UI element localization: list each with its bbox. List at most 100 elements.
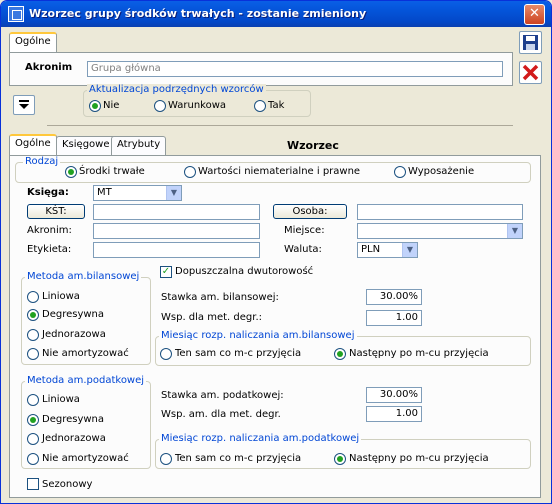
stawka-bil-label: Stawka am. bilansowej: xyxy=(161,292,279,303)
wsp-bil-label: Wsp. dla met. degr.: xyxy=(161,312,262,323)
metoda-pod-nie-label: Nie amortyzować xyxy=(42,453,129,464)
rodzaj-title: Rodzaj xyxy=(23,156,61,167)
stawka-bil-spinner[interactable]: ▲▼ xyxy=(421,289,422,305)
rodzaj-wyposazenie-label: Wyposażenie xyxy=(408,166,475,177)
metoda-pod-liniowa-radio[interactable] xyxy=(27,394,39,406)
metoda-pod-jednorazowa-radio[interactable] xyxy=(27,433,39,445)
metoda-bil-jednorazowa-radio[interactable] xyxy=(27,329,39,341)
arrow-down-icon xyxy=(19,100,29,109)
ksiega-value: MT xyxy=(97,187,112,198)
metoda-bil-degresywna-label: Degresywna xyxy=(42,309,105,320)
metoda-bil-liniowa-radio[interactable] xyxy=(27,291,39,303)
osoba-button[interactable]: Osoba: xyxy=(273,204,347,219)
wzorzec-label: Wzorzec xyxy=(287,139,339,152)
kst-button[interactable]: KŚT: xyxy=(27,204,85,219)
waluta-label: Waluta: xyxy=(284,244,322,255)
chevron-down-icon: ▼ xyxy=(507,224,522,238)
chevron-down-icon: ▼ xyxy=(166,186,181,200)
miejsce-label: Miejsce: xyxy=(284,225,325,236)
save-button[interactable] xyxy=(519,31,542,54)
ksiega-select[interactable]: MT ▼ xyxy=(93,185,182,201)
tab-ogolne[interactable]: Ogólne xyxy=(9,134,57,155)
kst-input[interactable] xyxy=(93,204,260,220)
wsp-bil-input[interactable]: 1.00 ▲▼ xyxy=(366,310,422,326)
title-bar: Wzorzec grupy środków trwałych - zostani… xyxy=(1,1,551,27)
sezonowy-label: Sezonowy xyxy=(42,479,93,490)
rodzaj-wyposazenie-radio[interactable] xyxy=(394,166,406,178)
metoda-bil-liniowa-label: Liniowa xyxy=(42,291,80,302)
miesiac-pod-nastepny-label: Następny po m-cu przyjęcia xyxy=(349,453,489,464)
akronim-label: Akronim xyxy=(25,62,73,73)
miesiac-bil-nastepny-label: Następny po m-cu przyjęcia xyxy=(349,348,489,359)
expand-button[interactable] xyxy=(13,95,35,115)
aktualizacja-nie-radio[interactable] xyxy=(89,100,101,112)
metoda-bil-nie-label: Nie amortyzować xyxy=(42,348,129,359)
akronim2-input[interactable] xyxy=(93,223,260,239)
app-icon xyxy=(8,6,24,22)
aktualizacja-tak-label: Tak xyxy=(268,100,285,111)
wsp-pod-value: 1.00 xyxy=(395,408,418,419)
rodzaj-wnip-radio[interactable] xyxy=(184,166,196,178)
miesiac-bil-ten-label: Ten sam co m-c przyjęcia xyxy=(175,348,302,359)
sezonowy-checkbox[interactable] xyxy=(27,478,39,490)
etykieta-label: Etykieta: xyxy=(27,244,72,255)
chevron-down-icon: ▼ xyxy=(402,243,417,257)
cancel-icon xyxy=(522,64,539,81)
tab-atrybuty[interactable]: Atrybuty xyxy=(111,136,167,155)
tab-top-ogolne-label: Ogólne xyxy=(15,36,51,47)
cancel-button[interactable] xyxy=(519,61,542,84)
metoda-pod-jednorazowa-label: Jednorazowa xyxy=(42,433,106,444)
aktualizacja-warunkowa-label: Warunkowa xyxy=(168,100,227,111)
rodzaj-srodki-label: Środki trwałe xyxy=(79,166,145,177)
separator xyxy=(47,125,513,126)
stawka-pod-value: 30.00% xyxy=(379,389,418,400)
wsp-bil-value: 1.00 xyxy=(395,312,418,323)
ksiega-label: Księga: xyxy=(27,187,69,198)
wsp-bil-spinner[interactable]: ▲▼ xyxy=(421,310,422,326)
wsp-pod-input[interactable]: 1.00 ▲▼ xyxy=(366,406,422,422)
tab-ksiegowe[interactable]: Księgowe xyxy=(56,136,116,155)
aktualizacja-warunkowa-radio[interactable] xyxy=(154,100,166,112)
miesiac-bil-nastepny-radio[interactable] xyxy=(334,348,346,360)
miesiac-bil-title: Miesiąc rozp. naliczania am.bilansowej xyxy=(159,330,357,341)
osoba-input[interactable] xyxy=(357,204,523,220)
metoda-pod-degresywna-label: Degresywna xyxy=(42,414,105,425)
stawka-pod-label: Stawka am. podatkowej: xyxy=(161,390,284,401)
miesiac-pod-ten-radio[interactable] xyxy=(160,453,172,465)
save-icon xyxy=(523,35,538,50)
etykieta-input[interactable] xyxy=(93,242,260,258)
metoda-bil-title: Metoda am.bilansowej xyxy=(25,271,142,282)
akronim2-label: Akronim: xyxy=(27,225,72,236)
miesiac-bil-ten-radio[interactable] xyxy=(160,348,172,360)
stawka-pod-spinner[interactable]: ▲▼ xyxy=(421,387,422,403)
stawka-pod-input[interactable]: 30.00% ▲▼ xyxy=(366,387,422,403)
metoda-bil-degresywna-radio[interactable] xyxy=(27,309,39,321)
miejsce-select[interactable]: ▼ xyxy=(357,223,523,239)
rodzaj-srodki-radio[interactable] xyxy=(65,166,77,178)
metoda-bil-nie-radio[interactable] xyxy=(27,348,39,360)
rodzaj-wnip-label: Wartości niematerialne i prawne xyxy=(198,166,361,177)
wsp-pod-spinner[interactable]: ▲▼ xyxy=(421,406,422,422)
waluta-select[interactable]: PLN ▼ xyxy=(357,242,418,258)
metoda-bil-jednorazowa-label: Jednorazowa xyxy=(42,329,106,340)
waluta-value: PLN xyxy=(361,244,381,255)
aktualizacja-tak-radio[interactable] xyxy=(254,100,266,112)
miesiac-pod-title: Miesiąc rozp. naliczania am.podatkowej xyxy=(159,433,362,444)
dialog-window: Wzorzec grupy środków trwałych - zostani… xyxy=(0,0,552,504)
metoda-pod-title: Metoda am.podatkowej xyxy=(25,375,147,386)
stawka-bil-value: 30.00% xyxy=(379,291,418,302)
dwutorowosc-checkbox[interactable]: ✓ xyxy=(160,266,172,278)
metoda-pod-degresywna-radio[interactable] xyxy=(27,414,39,426)
akronim-input[interactable]: Grupa główna xyxy=(87,61,503,77)
window-title: Wzorzec grupy środków trwałych - zostani… xyxy=(29,7,367,20)
wsp-pod-label: Wsp. am. dla met. degr. xyxy=(161,409,281,420)
metoda-pod-nie-radio[interactable] xyxy=(27,453,39,465)
stawka-bil-input[interactable]: 30.00% ▲▼ xyxy=(366,289,422,305)
miesiac-pod-nastepny-radio[interactable] xyxy=(334,453,346,465)
miesiac-pod-ten-label: Ten sam co m-c przyjęcia xyxy=(175,453,302,464)
dwutorowosc-label: Dopuszczalna dwutorowość xyxy=(175,266,314,277)
tab-top-ogolne[interactable]: Ogólne xyxy=(9,32,57,53)
close-window-button[interactable]: ✕ xyxy=(524,4,545,25)
aktualizacja-title: Aktualizacja podrzędnych wzorców xyxy=(87,84,266,95)
aktualizacja-nie-label: Nie xyxy=(103,100,120,111)
